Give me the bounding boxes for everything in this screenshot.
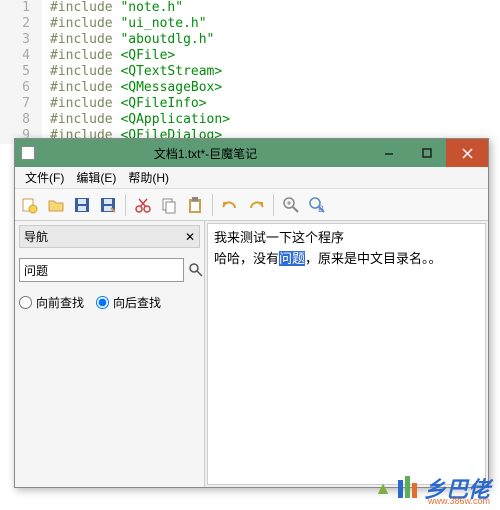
- line-number: 1: [0, 0, 42, 16]
- sidebar-close-icon[interactable]: ✕: [185, 230, 195, 244]
- titlebar[interactable]: 文档1.txt*-巨魔笔记: [15, 139, 488, 167]
- paste-button[interactable]: [184, 194, 206, 216]
- line-number: 8: [0, 112, 42, 128]
- window-title: 文档1.txt*-巨魔笔记: [41, 145, 370, 162]
- watermark-logo-icon: [396, 474, 420, 502]
- radio-search-back[interactable]: 向前查找: [19, 294, 84, 311]
- menu-edit[interactable]: 编辑(E): [70, 167, 122, 188]
- maximize-button[interactable]: [408, 139, 446, 167]
- line-number: 7: [0, 96, 42, 112]
- arrow-up-icon: ▲: [374, 478, 392, 499]
- app-icon: [21, 146, 35, 160]
- search-highlight: 问题: [279, 251, 305, 266]
- open-file-button[interactable]: [45, 194, 67, 216]
- line-number: 3: [0, 32, 42, 48]
- menu-help[interactable]: 帮助(H): [122, 167, 175, 188]
- radio-fwd-input[interactable]: [96, 296, 109, 309]
- redo-button[interactable]: [245, 194, 267, 216]
- new-file-button[interactable]: [19, 194, 41, 216]
- menubar: 文件(F) 编辑(E) 帮助(H): [15, 167, 488, 189]
- copy-button[interactable]: [158, 194, 180, 216]
- sidebar-header: 导航 ✕: [19, 225, 200, 248]
- search-icon[interactable]: [188, 261, 204, 279]
- zoom-in-button[interactable]: [280, 194, 302, 216]
- radio-back-input[interactable]: [19, 296, 32, 309]
- save-as-button[interactable]: [97, 194, 119, 216]
- svg-text:B: B: [318, 204, 324, 214]
- app-window: 文档1.txt*-巨魔笔记 文件(F) 编辑(E) 帮助(H) B 导航 ✕: [14, 138, 489, 488]
- text-editor[interactable]: 我来测试一下这个程序 哈哈，没有问题，原来是中文目录名。。: [207, 223, 486, 485]
- watermark: ▲ 乡巴佬 www.386w.com: [374, 472, 490, 504]
- undo-button[interactable]: [219, 194, 241, 216]
- find-sidebar: 导航 ✕ 向前查找 向后查找: [15, 221, 205, 487]
- line-number: 5: [0, 64, 42, 80]
- close-button[interactable]: [446, 139, 488, 167]
- editor-line: 哈哈，没有问题，原来是中文目录名。。: [214, 249, 479, 270]
- find-button[interactable]: B: [306, 194, 328, 216]
- menu-file[interactable]: 文件(F): [19, 167, 70, 188]
- save-button[interactable]: [71, 194, 93, 216]
- editor-line: 我来测试一下这个程序: [214, 228, 479, 249]
- toolbar: B: [15, 189, 488, 221]
- sidebar-title: 导航: [24, 228, 48, 245]
- minimize-button[interactable]: [370, 139, 408, 167]
- line-number: 4: [0, 48, 42, 64]
- watermark-url: www.386w.com: [428, 496, 490, 506]
- cut-button[interactable]: [132, 194, 154, 216]
- search-input[interactable]: [19, 258, 184, 282]
- line-number: 2: [0, 16, 42, 32]
- line-number: 6: [0, 80, 42, 96]
- radio-search-forward[interactable]: 向后查找: [96, 294, 161, 311]
- code-editor-background: 1#include "note.h" 2#include "ui_note.h"…: [0, 0, 500, 145]
